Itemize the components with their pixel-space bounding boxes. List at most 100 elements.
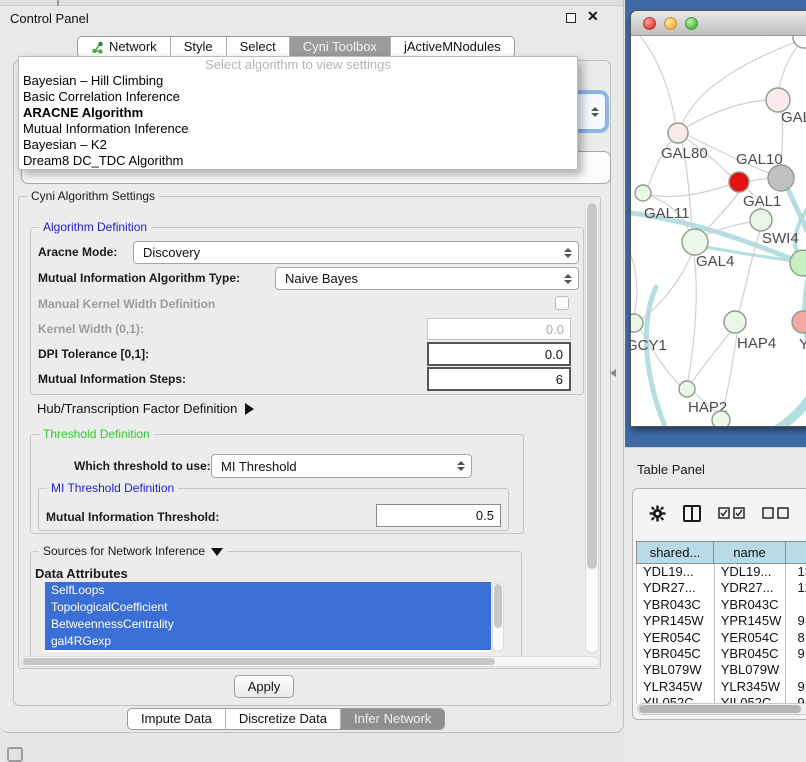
- network-canvas[interactable]: GALGAL80GAL10GAL1GAL11GAL4SWI4GCY1HAP4YH…: [631, 36, 806, 427]
- dpi-tolerance-field[interactable]: 0.0: [427, 342, 571, 366]
- table-header-row: shared...nameA: [636, 541, 806, 564]
- network-window-titlebar[interactable]: [631, 11, 806, 36]
- scrollbar-thumb[interactable]: [639, 705, 801, 713]
- aracne-mode-combo[interactable]: Discovery: [133, 241, 579, 264]
- mi-type-value: Naive Bayes: [285, 271, 358, 286]
- cytopanel-dock-icon[interactable]: [7, 747, 23, 762]
- network-edge[interactable]: [640, 36, 676, 125]
- settings-vertical-scrollbar[interactable]: [585, 201, 599, 653]
- node-label: GCY1: [631, 337, 667, 354]
- data-attributes-label: Data Attributes: [35, 566, 128, 581]
- network-node[interactable]: [750, 209, 772, 231]
- scrollbar-thumb[interactable]: [23, 658, 495, 665]
- network-edge[interactable]: [770, 392, 806, 427]
- table-row[interactable]: YPR145WYPR145W9.: [637, 613, 806, 629]
- checked-boxes-icon[interactable]: [718, 507, 745, 519]
- network-edge[interactable]: [748, 178, 769, 181]
- tab-infer-network[interactable]: Infer Network: [340, 709, 444, 729]
- column-header[interactable]: name: [714, 541, 786, 564]
- screen: Control Panel ✕ Network Style Select Cyn…: [0, 0, 806, 762]
- mi-steps-field[interactable]: 6: [427, 367, 571, 391]
- network-edge[interactable]: [631, 241, 637, 315]
- table-row[interactable]: YBR045CYBR045C9.: [637, 646, 806, 662]
- network-node[interactable]: [790, 250, 806, 276]
- tab-cyni-toolbox[interactable]: Cyni Toolbox: [289, 37, 390, 57]
- tab-label: Network: [109, 37, 157, 57]
- columns-icon[interactable]: [683, 505, 701, 522]
- algorithm-option[interactable]: Basic Correlation Inference: [19, 89, 577, 105]
- tab-select[interactable]: Select: [226, 37, 289, 57]
- which-threshold-label: Which threshold to use:: [74, 459, 211, 473]
- attribute-item[interactable]: gal4RGexp: [45, 633, 491, 650]
- node-label: GAL11: [644, 205, 690, 222]
- algorithm-option[interactable]: Bayesian – Hill Climbing: [19, 73, 577, 89]
- network-node[interactable]: [768, 165, 794, 191]
- attributes-scrollbar[interactable]: [492, 582, 504, 652]
- network-node[interactable]: [682, 229, 708, 255]
- algorithm-option[interactable]: Mutual Information Inference: [19, 121, 577, 137]
- network-node[interactable]: [792, 311, 806, 333]
- network-edge[interactable]: [688, 255, 696, 381]
- settings-horizontal-scrollbar[interactable]: [21, 656, 599, 667]
- mi-type-combo[interactable]: Naive Bayes: [275, 267, 579, 290]
- kernel-width-field[interactable]: 0.0: [427, 318, 571, 340]
- network-edge[interactable]: [691, 331, 731, 383]
- split-pane-collapse-handle[interactable]: [610, 369, 616, 377]
- kernel-width-label: Kernel Width (0,1):: [38, 322, 144, 336]
- network-node[interactable]: [679, 381, 695, 397]
- table-horizontal-scrollbar[interactable]: [637, 703, 806, 715]
- tab-label: Cyni Toolbox: [303, 37, 377, 57]
- attribute-item[interactable]: BetweennessCentrality: [45, 616, 491, 633]
- table-row[interactable]: YDR27...YDR27...12: [637, 580, 806, 596]
- table-row[interactable]: YBL079WYBL079W: [637, 662, 806, 678]
- node-label: SWI4: [762, 230, 799, 247]
- network-edge[interactable]: [646, 287, 666, 427]
- tab-label: Impute Data: [141, 709, 212, 729]
- tab-network[interactable]: Network: [78, 37, 170, 57]
- attribute-item[interactable]: TopologicalCoefficient: [45, 599, 491, 616]
- network-edge[interactable]: [650, 185, 730, 196]
- table-row[interactable]: YER054CYER054C8.: [637, 630, 806, 646]
- tab-impute-data[interactable]: Impute Data: [128, 709, 225, 729]
- scrollbar-thumb[interactable]: [494, 584, 502, 628]
- tab-style[interactable]: Style: [170, 37, 226, 57]
- zoom-traffic-icon[interactable]: [685, 17, 698, 30]
- column-header[interactable]: A: [786, 541, 806, 564]
- network-node[interactable]: [712, 411, 730, 427]
- dpi-tolerance-value: 0.0: [545, 347, 563, 362]
- network-node[interactable]: [631, 314, 643, 332]
- node-table: shared...nameA YDL19...YDL19...13YDR27..…: [636, 541, 806, 704]
- collapsed-arrow-icon: [245, 403, 254, 415]
- float-window-icon[interactable]: [566, 13, 576, 23]
- algorithm-option[interactable]: Bayesian – K2: [19, 137, 577, 153]
- mi-threshold-field[interactable]: 0.5: [376, 504, 501, 527]
- table-row[interactable]: YLR345WYLR345W9.: [637, 679, 806, 695]
- hub-definition-toggle[interactable]: Hub/Transcription Factor Definition: [37, 401, 254, 416]
- table-row[interactable]: YBR043CYBR043C: [637, 597, 806, 613]
- algorithm-option[interactable]: ARACNE Algorithm: [19, 105, 577, 121]
- column-header[interactable]: shared...: [636, 541, 714, 564]
- which-threshold-combo[interactable]: MI Threshold: [211, 454, 472, 478]
- network-node[interactable]: [793, 36, 806, 48]
- network-edge[interactable]: [684, 100, 768, 129]
- network-node[interactable]: [724, 311, 746, 333]
- algorithm-option[interactable]: Dream8 DC_TDC Algorithm: [19, 153, 577, 169]
- close-icon[interactable]: ✕: [587, 8, 599, 24]
- minimize-traffic-icon[interactable]: [664, 17, 677, 30]
- network-node[interactable]: [635, 185, 651, 201]
- unchecked-boxes-icon[interactable]: [762, 507, 789, 519]
- table-row[interactable]: YDL19...YDL19...13: [637, 564, 806, 580]
- network-node[interactable]: [729, 172, 749, 192]
- data-attributes-list[interactable]: SelfLoopsTopologicalCoefficientBetweenne…: [45, 582, 491, 652]
- attribute-item[interactable]: SelfLoops: [45, 582, 491, 599]
- table-body: YDL19...YDL19...13YDR27...YDR27...12YBR0…: [636, 564, 806, 704]
- scrollbar-thumb[interactable]: [587, 203, 597, 569]
- close-traffic-icon[interactable]: [643, 17, 656, 30]
- table-cell: [786, 597, 806, 613]
- gear-icon[interactable]: [649, 505, 666, 522]
- network-node[interactable]: [668, 123, 688, 143]
- tab-discretize-data[interactable]: Discretize Data: [225, 709, 340, 729]
- apply-button[interactable]: Apply: [234, 675, 294, 698]
- manual-kernel-checkbox[interactable]: [555, 296, 569, 310]
- tab-jactivemnodules[interactable]: jActiveMNodules: [390, 37, 514, 57]
